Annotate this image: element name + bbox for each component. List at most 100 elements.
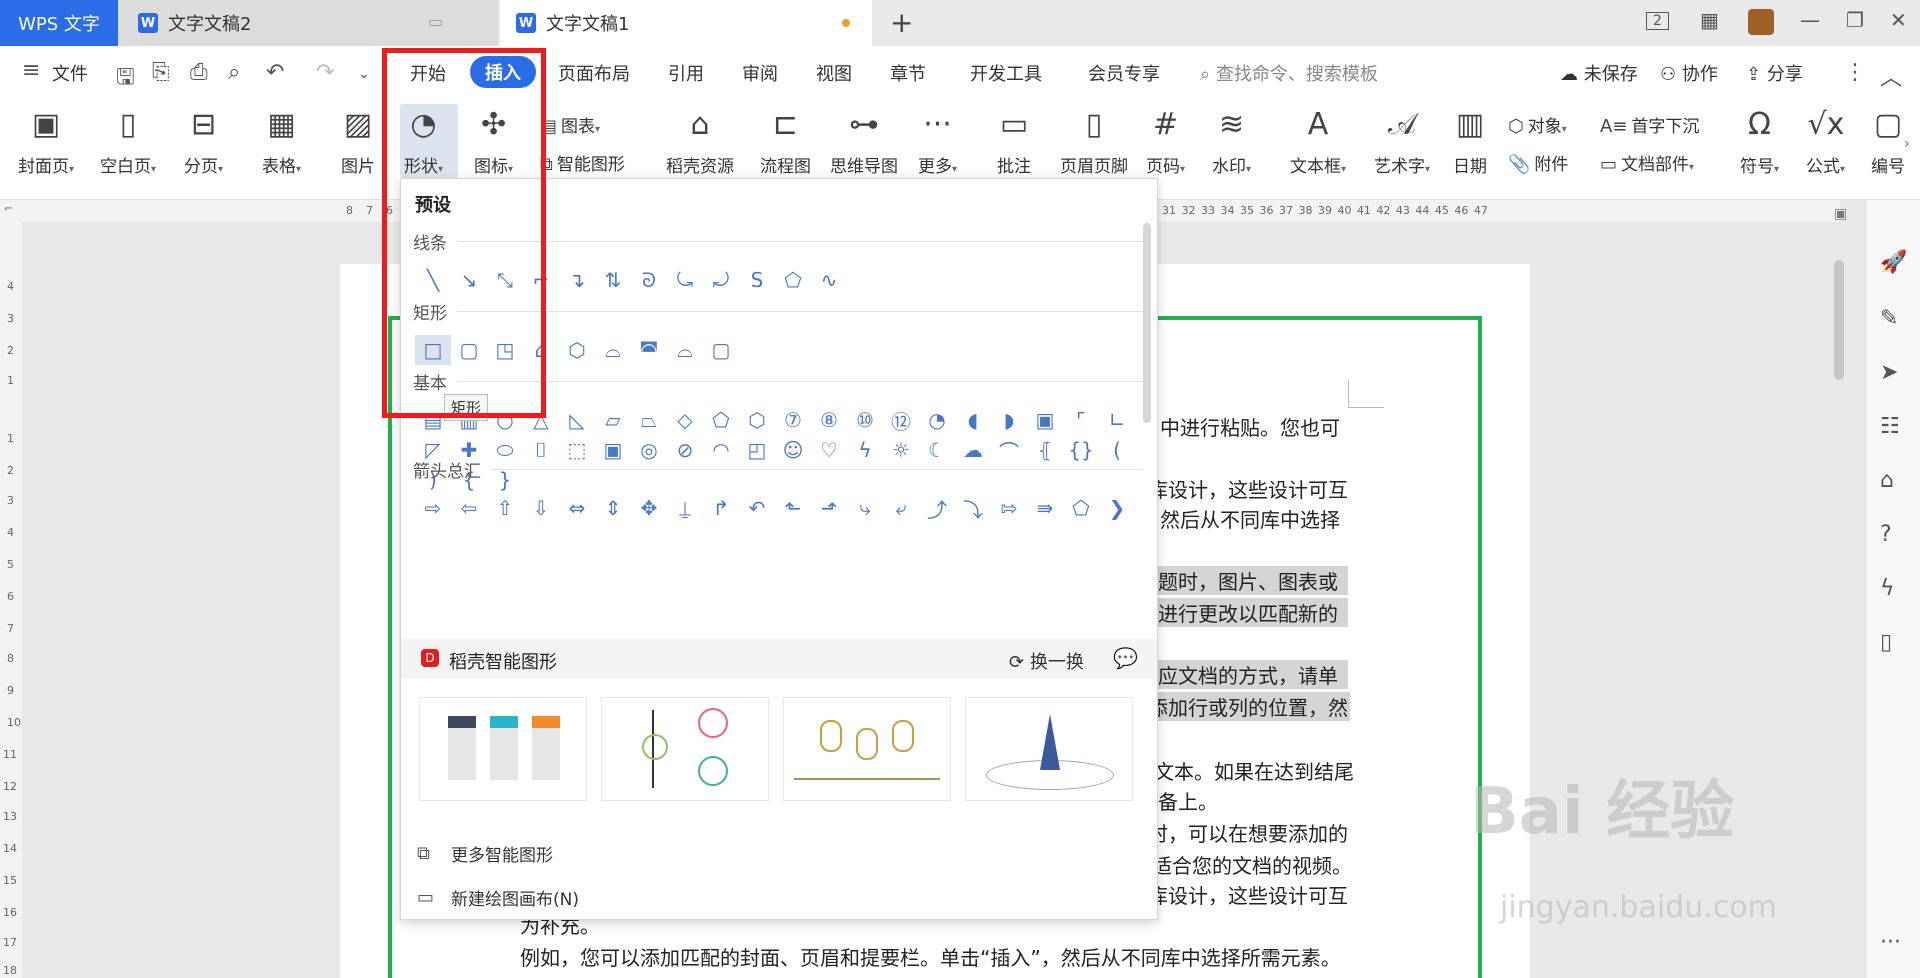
smart-graphic-thumbnail[interactable] [601, 697, 769, 801]
avatar[interactable] [1748, 9, 1774, 35]
smart-graphic-thumbnail[interactable] [965, 697, 1133, 801]
new-tab-button[interactable]: + [890, 6, 913, 39]
up-down-arrow-shape[interactable]: ⇕ [595, 493, 631, 523]
export-icon[interactable]: ⎘ [152, 60, 170, 85]
vertical-ruler[interactable]: 4 3 2 1 1 2 3 4 5 6 7 8 9 10 11 12 13 14… [0, 222, 22, 978]
curved-connector-shape[interactable]: ᘐ [631, 265, 667, 295]
snip-diagonal-shape[interactable]: ⬡ [559, 335, 595, 365]
flowchart-button[interactable]: ⊏ 流程图 [760, 106, 811, 177]
menu-references[interactable]: 引用 [668, 60, 704, 86]
doc-tab-2[interactable]: W 文字文稿2 ▭ [118, 0, 498, 46]
menu-file[interactable]: 文件 [52, 60, 88, 86]
minimize-icon[interactable]: — [1800, 8, 1820, 32]
u-turn-arrow-shape[interactable]: ↶ [739, 493, 775, 523]
sliders-icon[interactable]: ☷ [1880, 414, 1900, 439]
striped-right-arrow-shape[interactable]: ⇰ [991, 493, 1027, 523]
formula-button[interactable]: √x 公式▾ [1806, 106, 1845, 177]
freeform-shape[interactable]: ⬠ [775, 265, 811, 295]
print-icon[interactable]: ⎙ [190, 60, 208, 85]
right-triangle-shape[interactable]: ◺ [559, 405, 595, 435]
collapse-ribbon-icon[interactable]: ︿ [1880, 60, 1902, 92]
wordart-button[interactable]: 𝒜 艺术字▾ [1374, 106, 1430, 177]
customize-caret-icon[interactable]: ⌄ [358, 66, 370, 82]
menu-developer[interactable]: 开发工具 [970, 60, 1042, 86]
document-scrollbar[interactable] [1832, 240, 1846, 978]
dodecagon-shape[interactable]: ⑫ [883, 405, 919, 435]
save-icon[interactable]: 🖫 [116, 60, 135, 98]
table-button[interactable]: ▦ 表格▾ [262, 106, 301, 177]
left-right-arrow-shape[interactable]: ⇔ [559, 493, 595, 523]
ribbon-scroll-right-icon[interactable]: › [1904, 136, 1910, 152]
more-icon[interactable]: ⋮ [1844, 60, 1866, 85]
smart-shape-button[interactable]: ⧉ 智能图形 [540, 150, 625, 175]
left-up-arrow-shape[interactable]: ⬑ [775, 493, 811, 523]
diamond-shape[interactable]: ◇ [667, 405, 703, 435]
header-footer-button[interactable]: ▯ 页眉页脚 [1060, 106, 1128, 177]
more-smart-graphics-button[interactable]: ⧉ 更多智能图形 [417, 841, 553, 866]
octagon-shape[interactable]: ⑧ [811, 405, 847, 435]
curved-arrow-shape[interactable]: ⤿ [667, 265, 703, 295]
chevron-shape[interactable]: ❯ [1099, 493, 1135, 523]
notched-right-arrow-shape[interactable]: ⇛ [1027, 493, 1063, 523]
page-break-button[interactable]: ⊟ 分页▾ [184, 106, 223, 177]
object-button[interactable]: ⬡ 对象▾ [1508, 112, 1567, 137]
teardrop-shape[interactable]: ◖ [955, 405, 991, 435]
panel-scrollbar[interactable] [1143, 223, 1151, 423]
feedback-icon[interactable]: 💬 [1113, 646, 1138, 670]
right-arrow-shape[interactable]: ⇨ [415, 493, 451, 523]
app-tab[interactable]: WPS 文字 [0, 0, 118, 46]
page-count-icon[interactable]: 2 [1646, 12, 1669, 30]
undo-icon[interactable]: ↶ [266, 60, 284, 85]
menu-chapter[interactable]: 章节 [890, 60, 926, 86]
scroll-thumb[interactable] [1834, 260, 1844, 380]
half-frame-shape[interactable]: ⌜ [1063, 405, 1099, 435]
pentagon-shape[interactable]: ⬠ [703, 405, 739, 435]
curved-right-arrow-shape[interactable]: ⤷ [847, 493, 883, 523]
doc-tab-1[interactable]: W 文字文稿1 [500, 0, 872, 46]
round-same-side-shape[interactable]: ⌓ [667, 335, 703, 365]
lightning-icon[interactable]: ϟ [1880, 576, 1895, 601]
hamburger-icon[interactable]: ≡ [22, 58, 40, 83]
rocket-icon[interactable]: 🚀 [1880, 250, 1907, 275]
command-search[interactable]: ⌕ 查找命令、搜索模板 [1200, 60, 1378, 86]
down-arrow-shape[interactable]: ⇩ [523, 493, 559, 523]
chord-shape[interactable]: ◗ [991, 405, 1027, 435]
close-icon[interactable]: ✕ [1890, 8, 1907, 32]
dropcap-button[interactable]: A≡ 首字下沉 [1600, 112, 1699, 137]
monitor-icon[interactable]: ▭ [428, 12, 443, 31]
menu-member[interactable]: 会员专享 [1088, 60, 1160, 86]
l-shape[interactable]: ∟ [1099, 405, 1135, 435]
up-arrow-shape[interactable]: ⇧ [487, 493, 523, 523]
chart-button[interactable]: ▤ 图表▾ [540, 112, 600, 137]
more-button[interactable]: ··· 更多▾ [918, 106, 957, 177]
pie-shape[interactable]: ◔ [919, 405, 955, 435]
attachment-button[interactable]: 📎 附件 [1508, 150, 1568, 175]
textbox-button[interactable]: A 文本框▾ [1290, 106, 1346, 177]
menu-view[interactable]: 视图 [816, 60, 852, 86]
search-input[interactable]: 查找命令、搜索模板 [1216, 64, 1378, 85]
curved-down-arrow-shape[interactable]: ⤵ [955, 493, 991, 523]
numbering-button[interactable]: ▢ 编号 [1870, 106, 1906, 177]
picture-button[interactable]: ▨ 图片 [340, 106, 376, 177]
redo-icon[interactable]: ↷ [316, 60, 334, 85]
decagon-shape[interactable]: ⑩ [847, 405, 883, 435]
unsaved-button[interactable]: ☁ 未保存 [1560, 60, 1638, 86]
doc-parts-button[interactable]: ▭ 文档部件▾ [1600, 150, 1694, 175]
symbol-button[interactable]: Ω 符号▾ [1740, 106, 1779, 177]
restore-icon[interactable]: ❐ [1846, 8, 1864, 32]
cursor-icon[interactable]: ➤ [1880, 360, 1898, 385]
page-number-button[interactable]: # 页码▾ [1146, 106, 1185, 177]
hexagon-shape[interactable]: ⬡ [739, 405, 775, 435]
frame-shape[interactable]: ▣ [1027, 405, 1063, 435]
menu-page-layout[interactable]: 页面布局 [558, 60, 630, 86]
heptagon-shape[interactable]: ⑦ [775, 405, 811, 435]
curved-up-arrow-shape[interactable]: ⤴ [919, 493, 955, 523]
bent-up-arrow-shape[interactable]: ⬏ [811, 493, 847, 523]
share-button[interactable]: ⇪ 分享 [1746, 60, 1803, 86]
curve-shape[interactable]: S [739, 265, 775, 295]
page-view-icon[interactable]: ▣ [1834, 206, 1847, 222]
blank-page-button[interactable]: ▯ 空白页▾ [100, 106, 156, 177]
grid-icon[interactable]: ▦ [1700, 8, 1719, 32]
pentagon-arrow-shape[interactable]: ⬠ [1063, 493, 1099, 523]
smart-graphic-thumbnail[interactable] [783, 697, 951, 801]
